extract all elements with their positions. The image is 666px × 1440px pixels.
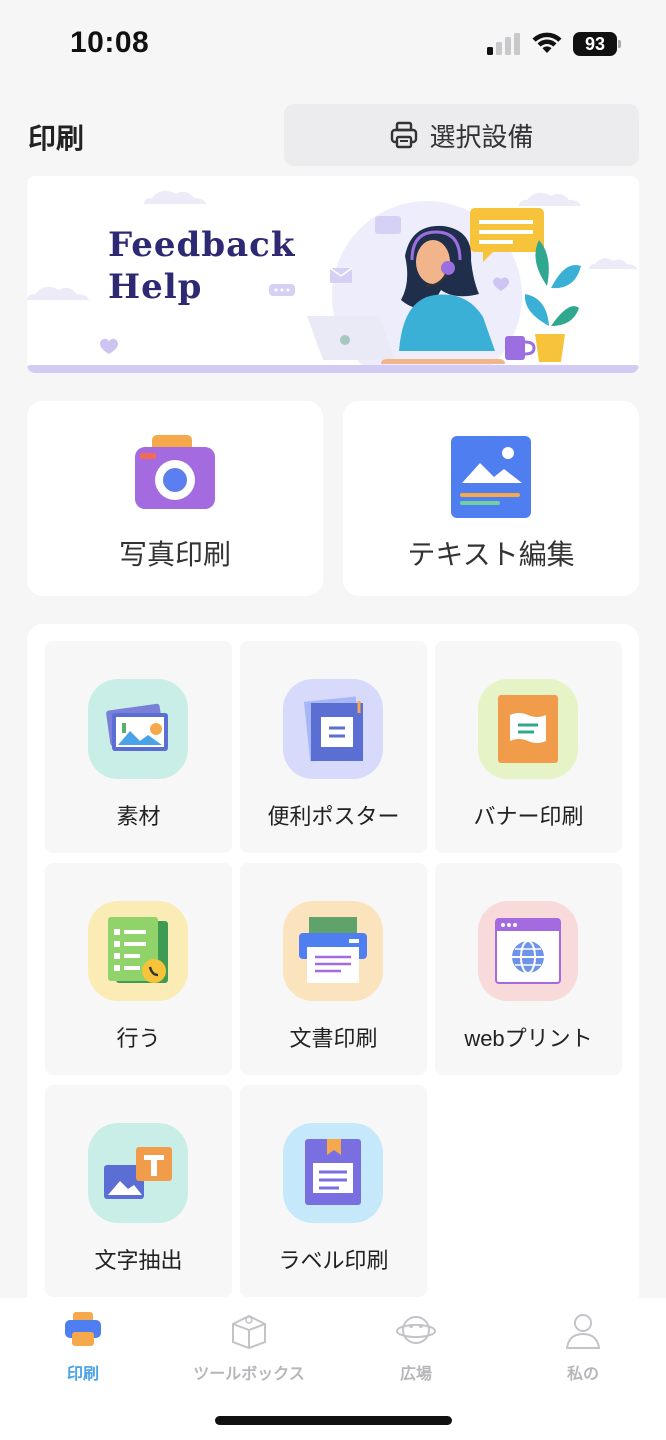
feedback-help-banner[interactable]: Feedback Help [27, 176, 639, 373]
banner-line-feedback: Feedback [108, 225, 296, 265]
select-device-button[interactable]: 選択設備 [284, 104, 639, 166]
nav-plaza[interactable]: 広場 [346, 1310, 486, 1390]
tool-document-print[interactable]: 文書印刷 [240, 863, 427, 1075]
text-edit-card[interactable]: テキスト編集 [343, 401, 639, 596]
web-print-icon [478, 901, 578, 1001]
printer-nav-icon [65, 1312, 101, 1346]
page-title: 印刷 [28, 123, 85, 154]
nav-label: 私の [566, 1366, 599, 1383]
tool-label: バナー印刷 [473, 804, 584, 829]
tool-material[interactable]: 素材 [45, 641, 232, 853]
tool-label: 素材 [116, 804, 161, 829]
nav-print[interactable]: 印刷 [13, 1310, 153, 1390]
battery-indicator: 93 [573, 32, 623, 56]
text-extract-icon [88, 1123, 188, 1223]
status-time: 10:08 [70, 26, 150, 59]
status-bar: 10:08 93 [0, 0, 666, 90]
battery-cap [618, 40, 621, 48]
home-indicator[interactable] [215, 1416, 452, 1425]
cellular-signal-icon [487, 33, 520, 55]
tool-label: ラベル印刷 [278, 1248, 389, 1273]
tool-text-extract[interactable]: 文字抽出 [45, 1085, 232, 1297]
tool-handy-poster[interactable]: 便利ポスター [240, 641, 427, 853]
printer-icon [391, 121, 418, 149]
tool-label: 文書印刷 [289, 1026, 378, 1051]
document-print-icon [283, 901, 383, 1001]
tool-label: 行う [116, 1026, 161, 1051]
select-device-label: 選択設備 [429, 121, 534, 152]
poster-icon [283, 679, 383, 779]
material-photos-icon [88, 679, 188, 779]
tool-banner-print[interactable]: バナー印刷 [435, 641, 622, 853]
camera-icon [135, 435, 215, 509]
banner-line-help: Help [108, 267, 203, 307]
nav-label: 印刷 [66, 1366, 99, 1383]
image-document-icon [451, 436, 531, 518]
tool-label: 文字抽出 [94, 1248, 183, 1273]
todo-list-icon [88, 901, 188, 1001]
toolbox-icon [232, 1314, 266, 1350]
tool-label: webプリント [464, 1026, 593, 1051]
tool-label-print[interactable]: ラベル印刷 [240, 1085, 427, 1297]
photo-print-card[interactable]: 写真印刷 [27, 401, 323, 596]
label-print-icon [283, 1123, 383, 1223]
battery-level: 93 [573, 32, 617, 56]
tool-label: 便利ポスター [267, 804, 400, 829]
nav-mine[interactable]: 私の [513, 1310, 653, 1390]
tool-todo[interactable]: 行う [45, 863, 232, 1075]
planet-icon [396, 1316, 436, 1344]
nav-label: ツールボックス [193, 1366, 305, 1383]
text-edit-label: テキスト編集 [407, 539, 575, 570]
tools-panel: 素材 便利ポスター バナー印刷 行う 文書印刷 webプリント 文字抽出 ラベル… [27, 624, 639, 1314]
photo-print-label: 写真印刷 [118, 539, 231, 570]
wifi-icon [532, 32, 562, 53]
banner-title: Feedback Help [108, 224, 295, 308]
nav-label: 広場 [399, 1366, 432, 1383]
tool-web-print[interactable]: webプリント [435, 863, 622, 1075]
nav-toolbox[interactable]: ツールボックス [179, 1310, 319, 1390]
banner-icon [478, 679, 578, 779]
person-icon [565, 1314, 601, 1349]
